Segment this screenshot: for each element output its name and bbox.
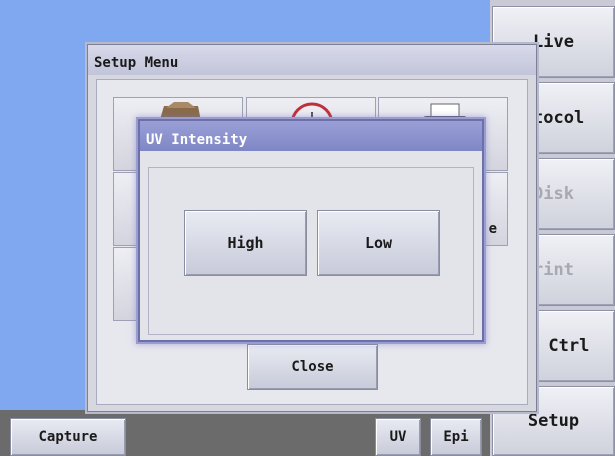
low-intensity-button[interactable]: Low	[317, 210, 440, 276]
setup-tile-6-label: e	[488, 221, 497, 237]
high-intensity-button[interactable]: High	[184, 210, 307, 276]
setup-menu-title: Setup Menu	[88, 45, 536, 75]
setup-close-button[interactable]: Close	[247, 344, 378, 390]
epi-button[interactable]: Epi	[430, 418, 482, 456]
uv-intensity-title: UV Intensity	[140, 121, 482, 151]
capture-button[interactable]: Capture	[10, 418, 126, 456]
uv-button[interactable]: UV	[375, 418, 421, 456]
